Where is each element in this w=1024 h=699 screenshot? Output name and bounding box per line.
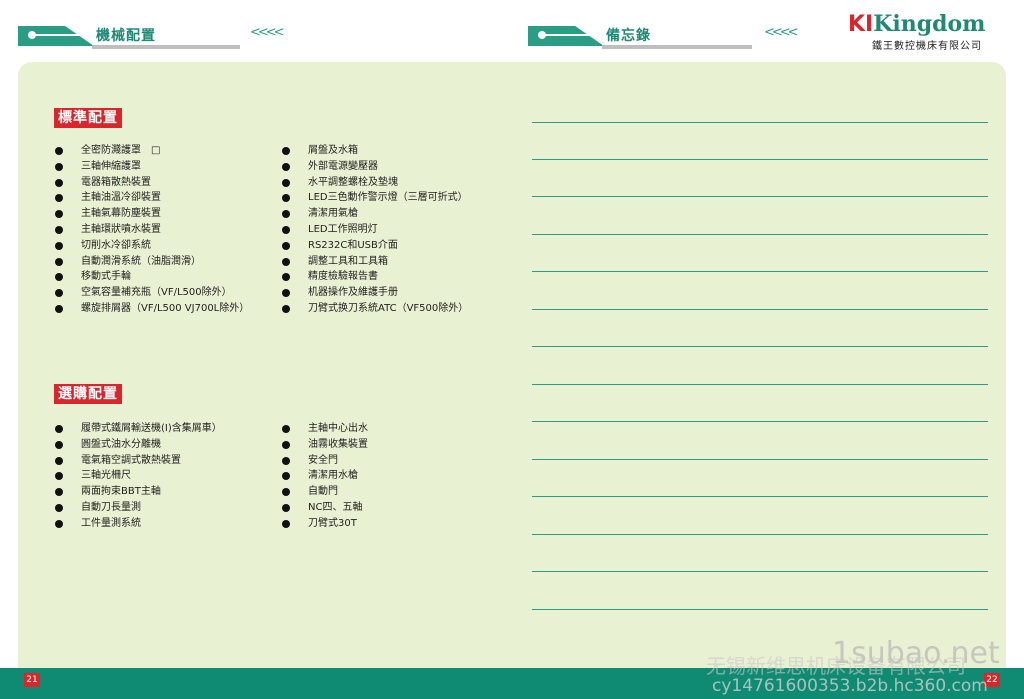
memo-line [532, 459, 988, 460]
list-item: 机器操作及維護手册 [282, 285, 468, 301]
optional-list-col1: 履帶式鐵屑輸送機(I)含集屑車） 圓盤式油水分離機 電氣箱空調式散熱裝置 三軸光… [55, 421, 222, 532]
watermark-company: 无锡新维思机床设备有限公司 [706, 654, 966, 678]
memo-line [532, 234, 988, 235]
list-item: 電器箱散熱裝置 [55, 175, 249, 191]
memo-line [532, 496, 988, 497]
list-item: 安全門 [282, 453, 368, 469]
watermark-contact: cy14761600353.b2b.hc360.com [712, 676, 988, 696]
list-item: 調整工具和工具箱 [282, 254, 468, 270]
list-item: 自動門 [282, 484, 368, 500]
list-item: 清潔用氣槍 [282, 206, 468, 222]
list-item: 三軸光柵尺 [55, 468, 222, 484]
memo-line [532, 271, 988, 272]
header-underline [602, 45, 752, 49]
optional-config-title: 選購配置 [54, 384, 122, 404]
list-item: 移動式手輪 [55, 269, 249, 285]
list-item: 刀臂式30T [282, 516, 368, 532]
memo-line [532, 122, 988, 123]
memo-line [532, 309, 988, 310]
memo-line [532, 159, 988, 160]
list-item: 圓盤式油水分離機 [55, 437, 222, 453]
standard-config-title: 標準配置 [54, 108, 122, 128]
list-item: 主軸中心出水 [282, 421, 368, 437]
memo-line [532, 346, 988, 347]
left-section-header: 機械配置 <<<< [18, 24, 285, 52]
list-item: 切削水冷卻系統 [55, 238, 249, 254]
memo-line [532, 534, 988, 535]
list-item: 螺旋排屑器（VF/L500 VJ700L除外） [55, 301, 249, 317]
list-item: 主軸環狀噴水裝置 [55, 222, 249, 238]
chevrons-left-icon: <<<< [250, 25, 285, 40]
memo-line [532, 571, 988, 572]
page-number-left: 21 [24, 673, 40, 687]
list-item: NC四、五軸 [282, 500, 368, 516]
list-item: 外部電源變壓器 [282, 159, 468, 175]
logo-company: 鐵王數控機床有限公司 [872, 41, 982, 52]
list-item: 三軸伸縮護罩 [55, 159, 249, 175]
left-header-title: 機械配置 [96, 28, 156, 44]
list-item: 全密防濺護罩 □ [55, 143, 249, 159]
list-item: 水平調整螺栓及墊塊 [282, 175, 468, 191]
header-underline [92, 45, 240, 49]
list-item: 刀臂式换刀系統ATC（VF500除外） [282, 301, 468, 317]
list-item: LED三色動作警示燈（三層可折式） [282, 190, 468, 206]
standard-list-col1: 全密防濺護罩 □ 三軸伸縮護罩 電器箱散熱裝置 主軸油溫冷卻裝置 主軸氣幕防塵裝… [55, 143, 249, 317]
list-item: 油霧收集裝置 [282, 437, 368, 453]
memo-line [532, 384, 988, 385]
list-item: 自動刀長量測 [55, 500, 222, 516]
chevrons-left-icon: <<<< [764, 25, 799, 40]
pin-icon [28, 31, 80, 39]
list-item: 空氣容量補充瓶（VF/L500除外） [55, 285, 249, 301]
list-item: 主軸氣幕防塵裝置 [55, 206, 249, 222]
logo-brand: Kingdom [873, 11, 986, 37]
list-item: 兩面拘束BBT主軸 [55, 484, 222, 500]
list-item: 屑盤及水箱 [282, 143, 468, 159]
list-item: RS232C和USB介面 [282, 238, 468, 254]
pin-icon [538, 31, 590, 39]
optional-list-col2: 主軸中心出水 油霧收集裝置 安全門 清潔用水槍 自動門 NC四、五軸 刀臂式30… [282, 421, 368, 532]
logo-ki: KI [848, 12, 874, 37]
list-item: 工件量測系統 [55, 516, 222, 532]
list-item: LED工作照明灯 [282, 222, 468, 238]
standard-list-col2: 屑盤及水箱 外部電源變壓器 水平調整螺栓及墊塊 LED三色動作警示燈（三層可折式… [282, 143, 468, 317]
right-section-header: 備忘錄 <<<< [528, 24, 799, 52]
memo-line [532, 609, 988, 610]
list-item: 自動潤滑系統（油脂潤滑） [55, 254, 249, 270]
list-item: 電氣箱空調式散熱裝置 [55, 453, 222, 469]
list-item: 履帶式鐵屑輸送機(I)含集屑車） [55, 421, 222, 437]
right-header-title: 備忘錄 [606, 28, 651, 44]
list-item: 清潔用水槍 [282, 468, 368, 484]
memo-line [532, 196, 988, 197]
list-item: 主軸油溫冷卻裝置 [55, 190, 249, 206]
list-item: 精度檢驗報告書 [282, 269, 468, 285]
memo-line [532, 421, 988, 422]
brand-logo: KIKingdom 鐵王數控機床有限公司 [848, 12, 988, 52]
